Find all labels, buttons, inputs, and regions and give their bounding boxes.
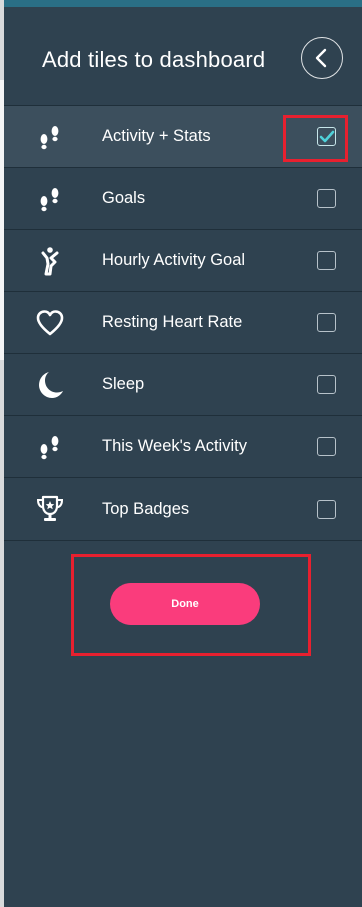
panel-header: Add tiles to dashboard xyxy=(4,7,362,105)
footsteps-icon xyxy=(34,121,66,153)
tile-row-goals[interactable]: Goals xyxy=(4,167,362,229)
add-tiles-panel: Add tiles to dashboard Activity + Stats … xyxy=(4,7,362,907)
tile-checkbox[interactable] xyxy=(317,251,336,270)
footsteps-icon xyxy=(34,431,66,463)
tile-label: Top Badges xyxy=(102,499,190,518)
standing-person-icon xyxy=(34,245,66,277)
tile-row-hourly-activity-goal[interactable]: Hourly Activity Goal xyxy=(4,229,362,291)
done-button[interactable]: Done xyxy=(110,583,260,625)
tile-row-this-weeks-activity[interactable]: This Week's Activity xyxy=(4,415,362,477)
tile-checkbox[interactable] xyxy=(317,437,336,456)
tile-checkbox[interactable] xyxy=(317,375,336,394)
tile-checkbox[interactable] xyxy=(317,313,336,332)
tile-label: This Week's Activity xyxy=(102,437,247,455)
checkmark-icon xyxy=(319,130,334,142)
tile-list: Activity + Stats Goals Hourly Activity G… xyxy=(4,105,362,541)
tile-checkbox[interactable] xyxy=(317,127,336,146)
app-window: Add tiles to dashboard Activity + Stats … xyxy=(0,0,362,907)
page-title: Add tiles to dashboard xyxy=(42,47,266,72)
tile-row-activity-stats[interactable]: Activity + Stats xyxy=(4,105,362,167)
tile-label: Hourly Activity Goal xyxy=(102,251,246,269)
tile-label: Sleep xyxy=(102,375,145,393)
tile-label: Activity + Stats xyxy=(102,127,211,145)
tile-checkbox[interactable] xyxy=(317,189,336,208)
chevron-left-icon xyxy=(315,48,327,68)
top-strip xyxy=(4,0,362,7)
tile-label: Goals xyxy=(102,189,146,207)
tile-checkbox[interactable] xyxy=(317,499,336,519)
tile-label: Resting Heart Rate xyxy=(102,313,243,331)
heart-icon xyxy=(34,307,66,339)
tile-row-resting-heart-rate[interactable]: Resting Heart Rate xyxy=(4,291,362,353)
tile-row-top-badges[interactable]: Top Badges xyxy=(4,477,362,541)
moon-icon xyxy=(34,369,66,401)
trophy-icon xyxy=(34,493,66,525)
back-button[interactable] xyxy=(301,37,343,79)
tile-row-sleep[interactable]: Sleep xyxy=(4,353,362,415)
footsteps-icon xyxy=(34,183,66,215)
